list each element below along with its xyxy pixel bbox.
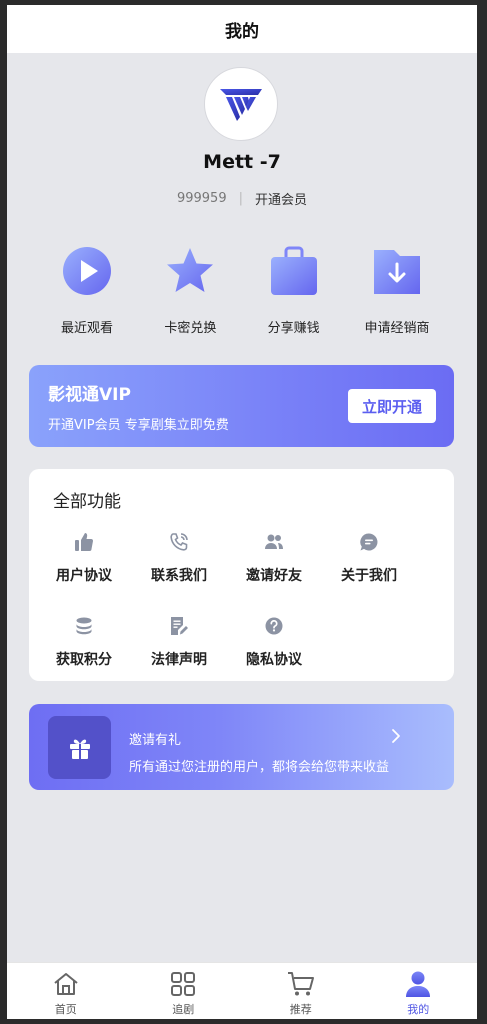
vip-subtitle: 开通VIP会员 专享剧集立即免费: [48, 418, 229, 433]
contact-us-button[interactable]: 联系我们: [144, 531, 214, 585]
divider: |: [238, 191, 243, 206]
user-id: 999959: [176, 191, 227, 206]
tab-label: 推荐: [289, 1003, 312, 1016]
invite-title: 邀请有礼: [129, 733, 182, 748]
quick-action-label: 最近观看: [60, 321, 113, 336]
users-icon: [265, 534, 283, 549]
question-icon: [265, 617, 283, 635]
user-icon: [406, 971, 431, 997]
coins-icon: [76, 617, 92, 635]
gift-box: [48, 716, 111, 779]
feature-label: 法律声明: [151, 652, 207, 668]
feature-label: 获取积分: [56, 652, 112, 668]
tab-series[interactable]: 追剧: [125, 963, 243, 1019]
grid-icon: [171, 972, 196, 996]
earn-points-button[interactable]: 获取积分: [49, 615, 119, 669]
invite-subtitle: 所有通过您注册的用户，都将会给您带来收益: [129, 760, 390, 775]
tab-home[interactable]: 首页: [7, 963, 125, 1019]
gift-icon: [69, 739, 90, 759]
feature-label: 隐私协议: [246, 652, 302, 668]
cart-icon: [287, 972, 314, 996]
apply-dealer-button[interactable]: 申请经销商: [347, 243, 447, 336]
quick-actions: 最近观看 卡密兑换 分享赚钱 申请经销商: [37, 243, 447, 336]
phone-screen: 我的 Mett -7 999959 | 开通会员 最近观看 卡密兑换 分享赚钱 …: [7, 5, 477, 1019]
user-id-row: 999959 | 开通会员: [7, 189, 477, 208]
privacy-policy-button[interactable]: 隐私协议: [239, 615, 309, 669]
features-title: 全部功能: [53, 492, 121, 512]
star-icon: [167, 248, 214, 292]
bottom-tab-bar: 首页 追剧 推荐 我的: [7, 962, 477, 1019]
play-icon: [63, 247, 111, 295]
quick-action-label: 卡密兑换: [164, 321, 217, 336]
feature-label: 用户协议: [56, 568, 112, 584]
invite-reward-banner[interactable]: 邀请有礼 所有通过您注册的用户，都将会给您带来收益: [29, 704, 454, 790]
invite-friends-button[interactable]: 邀请好友: [239, 531, 309, 585]
open-membership-link[interactable]: 开通会员: [255, 189, 307, 208]
tab-label: 我的: [407, 1003, 430, 1016]
folder-download-icon: [373, 250, 420, 294]
chat-icon: [360, 533, 378, 551]
avatar[interactable]: [204, 67, 278, 141]
tab-label: 追剧: [172, 1003, 195, 1016]
quick-action-label: 申请经销商: [364, 321, 430, 336]
feature-label: 关于我们: [341, 568, 397, 584]
share-earn-button[interactable]: 分享赚钱: [244, 243, 344, 336]
app-logo-icon: [220, 89, 262, 121]
feature-label: 邀请好友: [246, 568, 302, 584]
tab-mine[interactable]: 我的: [360, 963, 478, 1019]
title-bar: 我的: [7, 5, 477, 53]
vip-banner[interactable]: 影视通VIP 开通VIP会员 专享剧集立即免费 立即开通: [29, 365, 454, 447]
recently-watched-button[interactable]: 最近观看: [37, 243, 137, 336]
quick-action-label: 分享赚钱: [267, 321, 320, 336]
features-grid: 用户协议 联系我们 邀请好友 关于我们 获取积分 法律声明 隐私协议: [49, 531, 429, 669]
tab-label: 首页: [54, 1003, 77, 1016]
document-edit-icon: [171, 617, 188, 635]
tab-recommend[interactable]: 推荐: [242, 963, 360, 1019]
chevron-right-icon[interactable]: [388, 728, 404, 744]
features-panel: 全部功能 用户协议 联系我们 邀请好友 关于我们 获取积分 法律声明 隐私协议: [29, 469, 454, 681]
open-vip-button[interactable]: 立即开通: [348, 389, 436, 423]
home-icon: [54, 973, 78, 995]
page-title: 我的: [225, 21, 259, 42]
vip-title: 影视通VIP: [48, 385, 131, 405]
phone-icon: [170, 533, 188, 551]
legal-notice-button[interactable]: 法律声明: [144, 615, 214, 669]
user-agreement-button[interactable]: 用户协议: [49, 531, 119, 585]
user-name: Mett -7: [203, 151, 281, 173]
redeem-code-button[interactable]: 卡密兑换: [140, 243, 240, 336]
bag-icon: [270, 246, 317, 295]
feature-label: 联系我们: [151, 568, 207, 584]
about-us-button[interactable]: 关于我们: [334, 531, 404, 585]
thumbs-up-icon: [75, 533, 93, 551]
